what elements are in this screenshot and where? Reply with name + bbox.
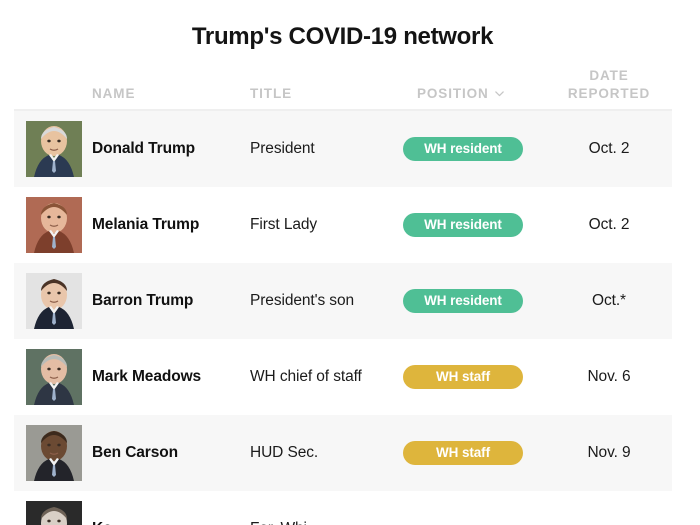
cell-name: Ben Carson xyxy=(92,444,178,461)
cell-position xyxy=(403,491,523,525)
column-header-date-line2: REPORTED xyxy=(567,86,651,101)
status-badge: WH staff xyxy=(403,441,523,465)
status-badge: WH staff xyxy=(403,365,523,389)
status-badge: WH resident xyxy=(403,213,523,237)
cell-date-reported: Oct.* xyxy=(592,292,626,309)
cell-date-reported xyxy=(545,491,673,525)
chevron-down-icon[interactable] xyxy=(494,88,505,99)
avatar xyxy=(26,501,82,525)
cell-name: Mark Meadows xyxy=(92,368,202,385)
cell-date-reported: Nov. 6 xyxy=(587,368,631,385)
cell-name: Melania Trump xyxy=(92,216,200,233)
cell-name: Barron Trump xyxy=(92,292,194,309)
avatar xyxy=(26,349,82,405)
cell-position: WH staff xyxy=(403,339,523,415)
cell-position: WH resident xyxy=(403,263,523,339)
table-body: Donald Trump President WH resident Oct. 2 Me… xyxy=(14,111,672,525)
covid-network-table-page: Trump's COVID-19 network NAME TITLE POSI… xyxy=(0,0,700,525)
cell-title: For. Whi xyxy=(250,491,307,525)
column-header-title[interactable]: TITLE xyxy=(250,85,292,103)
cell-title: First Lady xyxy=(250,216,318,233)
table-row[interactable]: Donald Trump President WH resident Oct. 2 xyxy=(14,111,672,187)
status-badge: WH resident xyxy=(403,137,523,161)
cell-title: President's son xyxy=(250,292,354,309)
cell-position: WH resident xyxy=(403,187,523,263)
page-title: Trump's COVID-19 network xyxy=(191,23,494,50)
cell-position: WH resident xyxy=(403,111,523,187)
cell-name: Donald Trump xyxy=(92,140,195,157)
cell-title: WH chief of staff xyxy=(250,368,362,385)
cell-position: WH staff xyxy=(403,415,523,491)
cell-date-reported: Nov. 9 xyxy=(587,444,631,461)
cell-title: HUD Sec. xyxy=(250,444,319,461)
column-header-date-line1: DATE xyxy=(589,68,629,83)
avatar xyxy=(26,425,82,481)
cell-date-reported: Oct. 2 xyxy=(588,216,630,233)
cell-date-reported: Oct. 2 xyxy=(588,140,630,157)
table-row[interactable]: Ben Carson HUD Sec. WH staff Nov. 9 xyxy=(14,415,672,491)
cell-title: President xyxy=(250,140,315,157)
status-badge: WH resident xyxy=(403,289,523,313)
column-header-name[interactable]: NAME xyxy=(92,85,135,103)
table-row[interactable]: Mark Meadows WH chief of staff WH staff Nov… xyxy=(14,339,672,415)
table-header-row: NAME TITLE POSITION DATE REPORTED xyxy=(14,60,672,111)
avatar xyxy=(26,273,82,329)
table-row[interactable]: Ke For. Whi xyxy=(14,491,672,525)
table-row[interactable]: Melania Trump First Lady WH resident Oct. 2 xyxy=(14,187,672,263)
table-row[interactable]: Barron Trump President's son WH resident Oc… xyxy=(14,263,672,339)
column-header-position[interactable]: POSITION xyxy=(417,85,505,103)
avatar xyxy=(26,197,82,253)
covid-network-table: NAME TITLE POSITION DATE REPORTED Donald … xyxy=(14,60,672,525)
column-header-date-reported[interactable]: DATE REPORTED xyxy=(545,67,673,103)
cell-name: Ke xyxy=(92,491,112,525)
column-header-position-label: POSITION xyxy=(417,86,489,101)
avatar xyxy=(26,121,82,177)
